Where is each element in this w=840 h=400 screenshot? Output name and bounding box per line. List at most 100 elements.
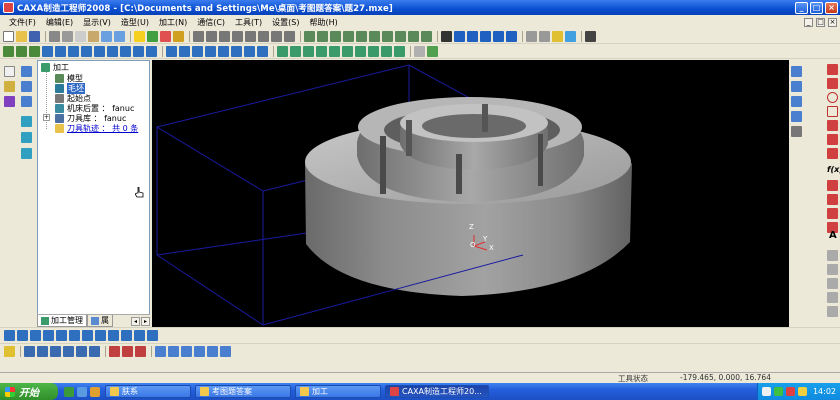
menu-tools[interactable]: 工具(T) (230, 17, 267, 28)
tray-4-icon[interactable] (797, 387, 807, 396)
color-palette-icon[interactable] (4, 96, 15, 107)
edit-2-icon[interactable] (827, 264, 838, 275)
tool-29-icon[interactable] (381, 45, 392, 57)
zoom-out-icon[interactable] (480, 30, 491, 42)
transform-3-icon[interactable] (181, 346, 192, 357)
tool-c-icon[interactable] (21, 148, 32, 159)
3d-viewport[interactable]: Z Y O X (152, 60, 789, 327)
hidden-line-icon[interactable] (271, 30, 282, 42)
copy-icon[interactable] (75, 30, 86, 42)
feature-3-icon[interactable] (330, 30, 341, 42)
transform-6-icon[interactable] (220, 346, 231, 357)
view-side-icon[interactable] (232, 30, 243, 42)
new-file-icon[interactable] (3, 30, 14, 42)
menu-communication[interactable]: 通信(C) (192, 17, 230, 28)
print-icon[interactable] (49, 30, 60, 42)
tool-6-icon[interactable] (68, 45, 79, 57)
tray-1-icon[interactable] (761, 387, 771, 396)
trim-icon[interactable] (24, 346, 35, 357)
tool-17-icon[interactable] (218, 45, 229, 57)
feature-1-icon[interactable] (304, 30, 315, 42)
tool-23-icon[interactable] (303, 45, 314, 57)
view-iso-icon[interactable] (245, 30, 256, 42)
surface-1-icon[interactable] (4, 330, 15, 341)
tool-24-icon[interactable] (316, 45, 327, 57)
title-bar[interactable]: CAXA制造工程师2008 - [C:\Documents and Settin… (0, 0, 840, 15)
menu-machining[interactable]: 加工(N) (154, 17, 192, 28)
feature-9-icon[interactable] (408, 30, 419, 42)
text-tool-icon[interactable]: A (829, 230, 837, 241)
rectangle-icon[interactable] (827, 106, 838, 117)
line-icon[interactable] (827, 64, 838, 75)
tool-16-icon[interactable] (205, 45, 216, 57)
tree-root[interactable]: 加工 (41, 62, 69, 73)
surface-11-icon[interactable] (134, 330, 145, 341)
view-top-icon[interactable] (219, 30, 230, 42)
menu-modeling[interactable]: 造型(U) (116, 17, 154, 28)
right-tool-3-icon[interactable] (791, 96, 802, 107)
select-arrow-icon[interactable] (4, 66, 15, 77)
layer-icon[interactable] (147, 30, 158, 42)
tool-22-icon[interactable] (290, 45, 301, 57)
tool-10-icon[interactable] (120, 45, 131, 57)
tool-11-icon[interactable] (133, 45, 144, 57)
quicklaunch-1-icon[interactable] (64, 386, 74, 397)
tool-8-icon[interactable] (94, 45, 105, 57)
wireframe-icon[interactable] (258, 30, 269, 42)
paste-icon[interactable] (88, 30, 99, 42)
zoom-in-icon[interactable] (467, 30, 478, 42)
tool-1-icon[interactable] (3, 45, 14, 57)
save-icon[interactable] (29, 30, 40, 42)
menu-settings[interactable]: 设置(S) (267, 17, 304, 28)
tool-3-icon[interactable] (29, 45, 40, 57)
right-tool-5-icon[interactable] (791, 126, 802, 137)
open-file-icon[interactable] (16, 30, 27, 42)
tool-27-icon[interactable] (355, 45, 366, 57)
tool-19-icon[interactable] (244, 45, 255, 57)
undo-icon[interactable] (101, 30, 112, 42)
color-icon[interactable] (173, 30, 184, 42)
menu-file[interactable]: 文件(F) (4, 17, 41, 28)
tool-25-icon[interactable] (329, 45, 340, 57)
feature-10-icon[interactable] (421, 30, 432, 42)
panel-icon[interactable] (21, 96, 32, 107)
tab-scroll-left[interactable]: ◂ (131, 316, 140, 326)
tool-a-icon[interactable] (21, 116, 32, 127)
help-pointer-icon[interactable] (585, 30, 596, 42)
tool-21-icon[interactable] (277, 45, 288, 57)
tool-30-icon[interactable] (394, 45, 405, 57)
surface-12-icon[interactable] (147, 330, 158, 341)
transform-4-icon[interactable] (194, 346, 205, 357)
task-button-3[interactable]: 加工 (295, 385, 381, 398)
surface-4-icon[interactable] (43, 330, 54, 341)
tool-20-icon[interactable] (257, 45, 268, 57)
tab-machining-manager[interactable]: 加工管理 (37, 315, 87, 327)
break-icon[interactable] (63, 346, 74, 357)
render-4-icon[interactable] (565, 30, 576, 42)
curve-smooth-icon[interactable] (122, 346, 133, 357)
rotate-icon[interactable] (493, 30, 504, 42)
tool-26-icon[interactable] (342, 45, 353, 57)
curve-4-icon[interactable] (827, 208, 838, 219)
feature-5-icon[interactable] (356, 30, 367, 42)
curve-2-icon[interactable] (827, 180, 838, 191)
surface-7-icon[interactable] (82, 330, 93, 341)
join-icon[interactable] (76, 346, 87, 357)
tool-12-icon[interactable] (146, 45, 157, 57)
tool-13-icon[interactable] (166, 45, 177, 57)
tool-9-icon[interactable] (107, 45, 118, 57)
surface-2-icon[interactable] (17, 330, 28, 341)
tool-32-icon[interactable] (427, 45, 438, 57)
eraser-icon[interactable] (4, 346, 15, 357)
surface-9-icon[interactable] (108, 330, 119, 341)
offset-icon[interactable] (89, 346, 100, 357)
shaded-icon[interactable] (284, 30, 295, 42)
feature-2-icon[interactable] (317, 30, 328, 42)
right-tool-2-icon[interactable] (791, 81, 802, 92)
surface-6-icon[interactable] (69, 330, 80, 341)
pan-icon[interactable] (193, 30, 204, 42)
feature-8-icon[interactable] (395, 30, 406, 42)
extend-icon[interactable] (50, 346, 61, 357)
tray-3-icon[interactable] (785, 387, 795, 396)
edit-5-icon[interactable] (827, 306, 838, 317)
